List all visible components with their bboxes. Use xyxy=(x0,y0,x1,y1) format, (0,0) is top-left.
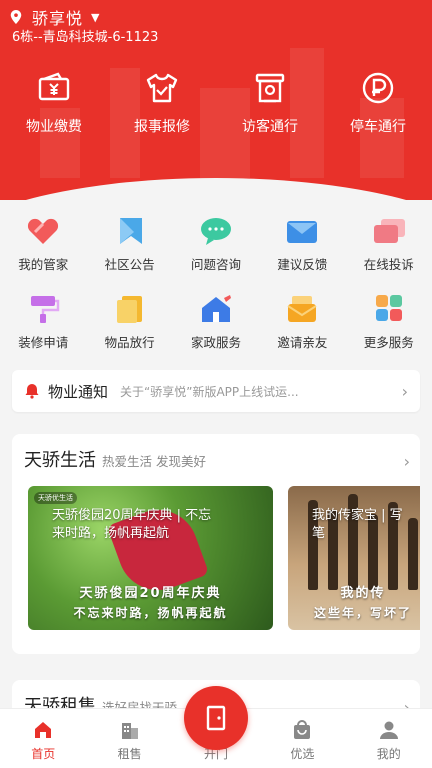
quick-label: 报事报修 xyxy=(134,119,190,135)
quick-visitor[interactable]: 访客通行 xyxy=(216,70,324,136)
chat-bubble-icon xyxy=(200,218,231,245)
house-address: 6栋--青岛科技城-6-1123 xyxy=(12,30,159,45)
service-complaint[interactable]: 在线投诉 xyxy=(346,212,432,290)
invite-letter-icon xyxy=(287,296,317,322)
life-carousel[interactable]: 天骄优生活 天骄俊园20周年庆典 | 不忘 来时路，扬帆再起航 天骄俊园20周年… xyxy=(28,486,420,630)
service-housekeeping[interactable]: 家政服务 xyxy=(173,290,259,368)
article-card[interactable]: 天骄优生活 天骄俊园20周年庆典 | 不忘 来时路，扬帆再起航 天骄俊园20周年… xyxy=(28,486,273,630)
shopping-bag-icon xyxy=(294,720,311,739)
article-overlay-text: 不忘来时路，扬帆再起航 xyxy=(73,606,228,620)
life-header[interactable]: 天骄生活 热爱生活 发现美好 › xyxy=(12,434,420,474)
heart-icon xyxy=(28,218,59,244)
quick-actions: 物业缴费 报事报修 访客通行 停车通行 xyxy=(0,70,432,136)
service-consult[interactable]: 问题咨询 xyxy=(173,212,259,290)
quick-label: 访客通行 xyxy=(242,119,298,135)
tab-home[interactable]: 首页 xyxy=(0,709,86,768)
repair-shirt-icon xyxy=(146,73,178,103)
home-screen: 骄享悦 ▼ 6栋--青岛科技城-6-1123 物业缴费 报事报修 访客通行 停车… xyxy=(0,0,432,768)
bookmark-icon xyxy=(119,218,142,244)
door-icon xyxy=(206,705,226,731)
notice-text: 关于“骄享悦”新版APP上线试运... xyxy=(120,384,299,399)
chevron-right-icon: › xyxy=(401,381,408,401)
service-item-release[interactable]: 物品放行 xyxy=(86,290,172,368)
box-icon xyxy=(116,296,142,323)
grid-more-icon xyxy=(375,295,402,321)
quick-repair[interactable]: 报事报修 xyxy=(108,70,216,136)
person-icon xyxy=(379,721,398,739)
property-notice-bar[interactable]: 物业通知 关于“骄享悦”新版APP上线试运... › xyxy=(12,370,420,412)
quick-label: 物业缴费 xyxy=(26,119,82,135)
quick-parking[interactable]: 停车通行 xyxy=(324,70,432,136)
parking-coin-icon xyxy=(362,72,394,104)
bell-icon xyxy=(25,384,39,399)
house-clean-icon xyxy=(201,295,231,322)
tab-rent[interactable]: 租售 xyxy=(86,709,172,768)
envelope-icon xyxy=(287,221,318,243)
paint-roller-icon xyxy=(31,296,60,323)
article-title-line: 来时路，扬帆再起航 xyxy=(52,526,170,541)
notice-title: 物业通知 xyxy=(48,382,109,401)
service-grid: 我的管家 社区公告 问题咨询 建议反馈 在线投诉 装修申请 物品放行 家政服务 … xyxy=(0,212,432,368)
tab-mine[interactable]: 我的 xyxy=(346,709,432,768)
cards-icon xyxy=(373,219,405,243)
section-title: 天骄生活 xyxy=(24,450,96,471)
location-selector[interactable]: 骄享悦 ▼ xyxy=(10,6,99,28)
service-invite[interactable]: 邀请亲友 xyxy=(259,290,345,368)
header-banner: 骄享悦 ▼ 6栋--青岛科技城-6-1123 物业缴费 报事报修 访客通行 停车… xyxy=(0,0,432,200)
article-title-line: 天骄俊园20周年庆典 | 不忘 xyxy=(52,508,212,523)
wallet-yen-icon xyxy=(38,72,70,101)
chevron-down-icon: ▼ xyxy=(91,10,100,24)
section-subtitle: 热爱生活 发现美好 xyxy=(102,454,206,469)
visitor-pass-icon xyxy=(255,73,285,103)
home-icon xyxy=(35,722,52,738)
location-pin-icon xyxy=(10,10,22,24)
service-feedback[interactable]: 建议反馈 xyxy=(259,212,345,290)
open-door-button[interactable] xyxy=(184,686,248,750)
chevron-right-icon: › xyxy=(403,452,410,471)
buildings-icon xyxy=(121,723,138,739)
service-decoration[interactable]: 装修申请 xyxy=(0,290,86,368)
article-overlay-text: 天骄俊园20周年庆典 xyxy=(79,586,222,601)
quick-label: 停车通行 xyxy=(350,119,406,135)
article-overlay-text: 这些年，写坏了 xyxy=(313,606,412,620)
service-announcement[interactable]: 社区公告 xyxy=(86,212,172,290)
tab-selected[interactable]: 优选 xyxy=(259,709,345,768)
article-title-line: 我的传家宝 | 写 xyxy=(312,508,403,523)
life-section: 天骄生活 热爱生活 发现美好 › 天骄优生活 天骄俊园20周年庆典 | 不忘 来… xyxy=(12,434,420,654)
quick-property-fee[interactable]: 物业缴费 xyxy=(0,70,108,136)
service-more[interactable]: 更多服务 xyxy=(346,290,432,368)
brand-badge: 天骄优生活 xyxy=(34,492,77,504)
article-title-line: 笔 xyxy=(312,526,326,541)
article-card[interactable]: 我的传家宝 | 写 笔 我的传 这些年，写坏了 xyxy=(288,486,420,630)
article-overlay-text: 我的传 xyxy=(340,586,386,601)
service-butler[interactable]: 我的管家 xyxy=(0,212,86,290)
